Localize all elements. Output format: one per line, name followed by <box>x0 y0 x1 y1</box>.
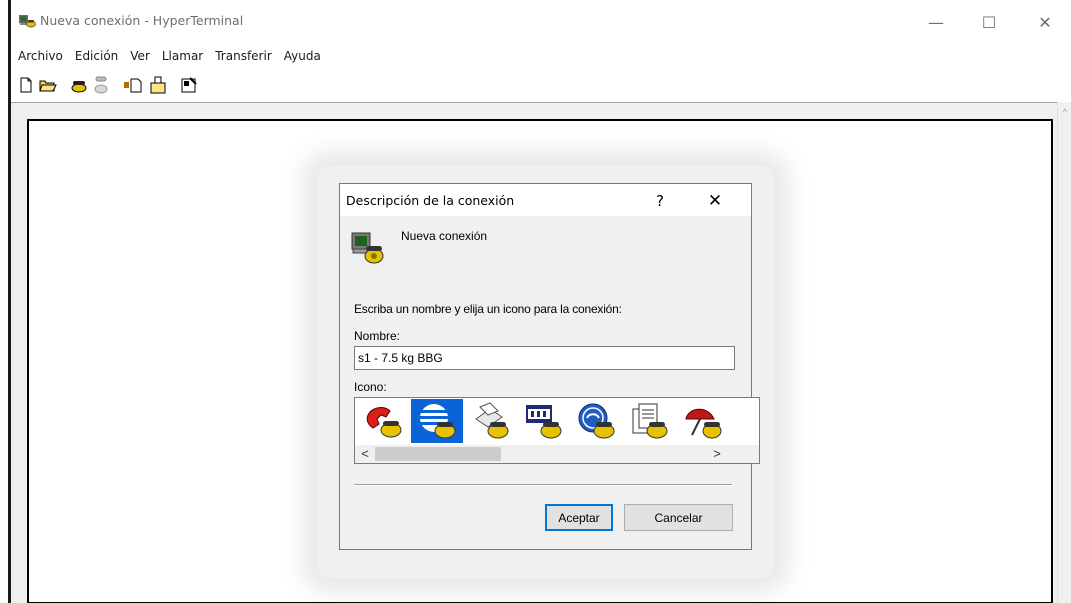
icon-option[interactable] <box>358 399 410 443</box>
icon-option[interactable] <box>676 399 728 443</box>
send-button[interactable] <box>123 75 143 95</box>
window-title: Nueva conexión - HyperTerminal <box>40 13 244 28</box>
icon-picker[interactable]: < > <box>354 397 760 464</box>
menu-edicion[interactable]: Edición <box>68 45 123 67</box>
icon-option[interactable] <box>570 399 622 443</box>
ge-icon <box>578 403 615 439</box>
minimize-button[interactable]: — <box>913 0 959 44</box>
red-phone-icon <box>366 407 402 438</box>
new-file-button[interactable] <box>16 75 36 95</box>
vertical-scrollbar[interactable]: ^ <box>1057 102 1071 603</box>
properties-button[interactable] <box>179 75 199 95</box>
new-file-icon <box>20 77 32 93</box>
dialog-separator <box>354 484 732 486</box>
dial-button[interactable] <box>69 75 89 95</box>
menu-bar: Archivo Edición Ver Llamar Transferir Ay… <box>11 45 326 67</box>
connection-description-dialog: Descripción de la conexión ? ✕ Nueva con… <box>339 183 760 550</box>
documents-icon <box>632 403 668 439</box>
send-file-icon <box>124 78 142 93</box>
umbrella-icon <box>685 408 722 439</box>
dialog-heading: Nueva conexión <box>401 229 488 243</box>
name-input[interactable] <box>354 346 735 370</box>
fax-icon <box>475 402 509 439</box>
toolbar <box>11 72 1071 98</box>
new-connection-icon <box>351 232 384 264</box>
disconnect-button[interactable] <box>91 75 111 95</box>
icon-horizontal-scrollbar[interactable]: < > <box>355 445 759 463</box>
scroll-left-icon[interactable]: < <box>358 445 372 463</box>
icon-label: Icono: <box>354 380 387 394</box>
cancel-button[interactable]: Cancelar <box>624 504 733 531</box>
dialog-prompt: Escriba un nombre y elija un icono para … <box>354 302 622 316</box>
receive-button[interactable] <box>148 75 168 95</box>
maximize-button[interactable]: ☐ <box>966 0 1012 44</box>
scroll-up-icon[interactable]: ^ <box>1059 108 1071 120</box>
properties-icon <box>181 77 197 93</box>
open-button[interactable] <box>38 75 58 95</box>
name-label: Nombre: <box>354 329 401 343</box>
mci-icon <box>526 405 562 439</box>
dialog-title: Descripción de la conexión <box>346 193 515 208</box>
globe-stripes-icon <box>420 404 456 439</box>
icon-option[interactable] <box>464 399 516 443</box>
scroll-right-icon[interactable]: > <box>710 445 724 463</box>
hyperterminal-icon <box>19 15 36 28</box>
dial-phone-icon <box>71 81 87 93</box>
menu-ver[interactable]: Ver <box>123 45 155 67</box>
dialog-titlebar[interactable]: Descripción de la conexión ? ✕ <box>340 184 751 216</box>
icon-option[interactable] <box>623 399 675 443</box>
scroll-thumb[interactable] <box>375 447 501 461</box>
accept-button[interactable]: Aceptar <box>545 504 613 531</box>
disconnect-phone-icon <box>94 76 108 94</box>
open-folder-icon <box>39 80 57 92</box>
receive-file-icon <box>150 76 166 94</box>
dialog-close-button[interactable]: ✕ <box>700 190 730 212</box>
menu-archivo[interactable]: Archivo <box>11 45 68 67</box>
icon-option-selected[interactable] <box>411 399 463 443</box>
help-button[interactable]: ? <box>647 190 673 212</box>
menu-llamar[interactable]: Llamar <box>155 45 208 67</box>
menu-ayuda[interactable]: Ayuda <box>277 45 326 67</box>
icon-option[interactable] <box>517 399 569 443</box>
close-button[interactable]: ✕ <box>1022 0 1068 44</box>
menu-transferir[interactable]: Transferir <box>208 45 277 67</box>
